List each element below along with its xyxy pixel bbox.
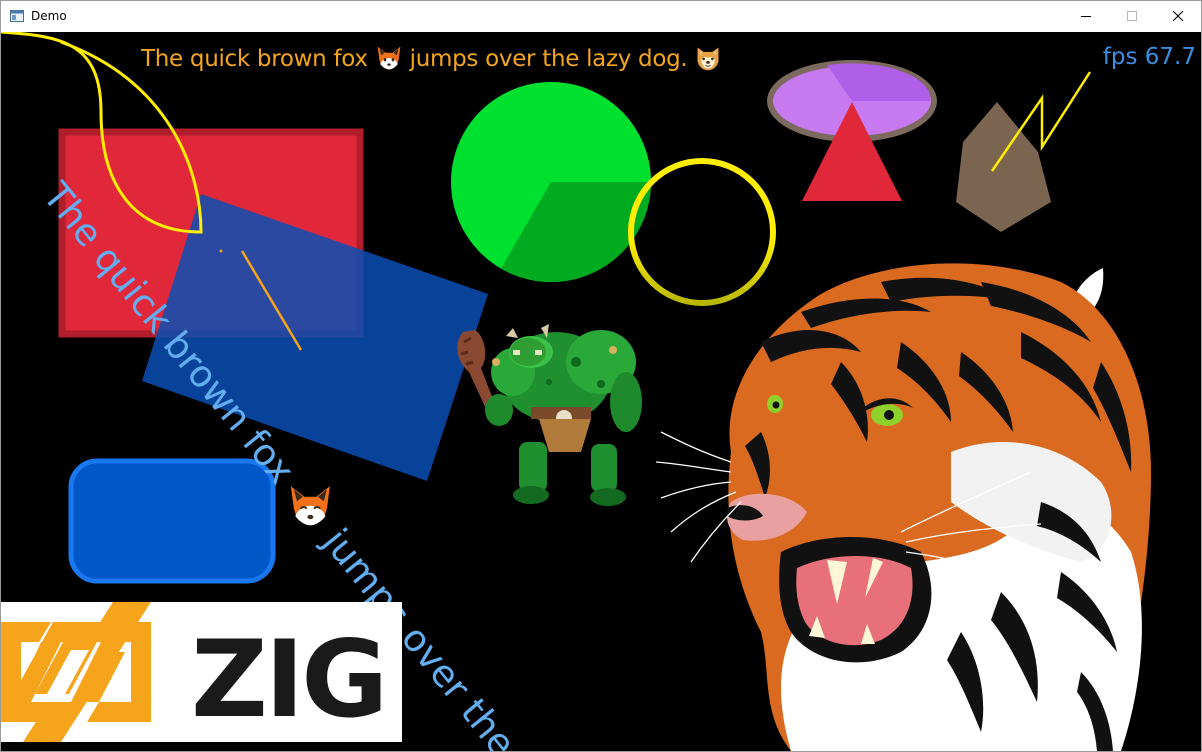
close-icon (1172, 10, 1184, 22)
window-app-icon (10, 10, 24, 22)
minimize-icon (1081, 16, 1091, 17)
zig-logo-text: ZIG (191, 618, 385, 741)
banner-text-part1: The quick brown fox (141, 46, 375, 72)
demo-window: Demo fps 67.7 The quick brown fox jumps … (0, 0, 1202, 752)
dog-face-emoji (697, 47, 719, 71)
drawing-canvas[interactable]: fps 67.7 The quick brown fox jumps over … (1, 32, 1201, 751)
zig-logo-mark: ZIG (1, 602, 388, 742)
window-title: Demo (31, 9, 67, 23)
banner-text: The quick brown fox jumps over the lazy … (141, 44, 722, 72)
maximize-button[interactable] (1109, 1, 1155, 32)
close-button[interactable] (1155, 1, 1201, 32)
title-bar[interactable]: Demo (1, 1, 1201, 32)
fox-face-emoji (377, 46, 401, 70)
maximize-icon (1127, 11, 1137, 21)
fox-face-emoji (290, 485, 330, 525)
minimize-button[interactable] (1063, 1, 1109, 32)
banner-text-part2: jumps over the lazy dog. (409, 46, 695, 72)
zig-logo: ZIG (1, 602, 402, 742)
fps-counter: fps 67.7 (1102, 44, 1196, 70)
